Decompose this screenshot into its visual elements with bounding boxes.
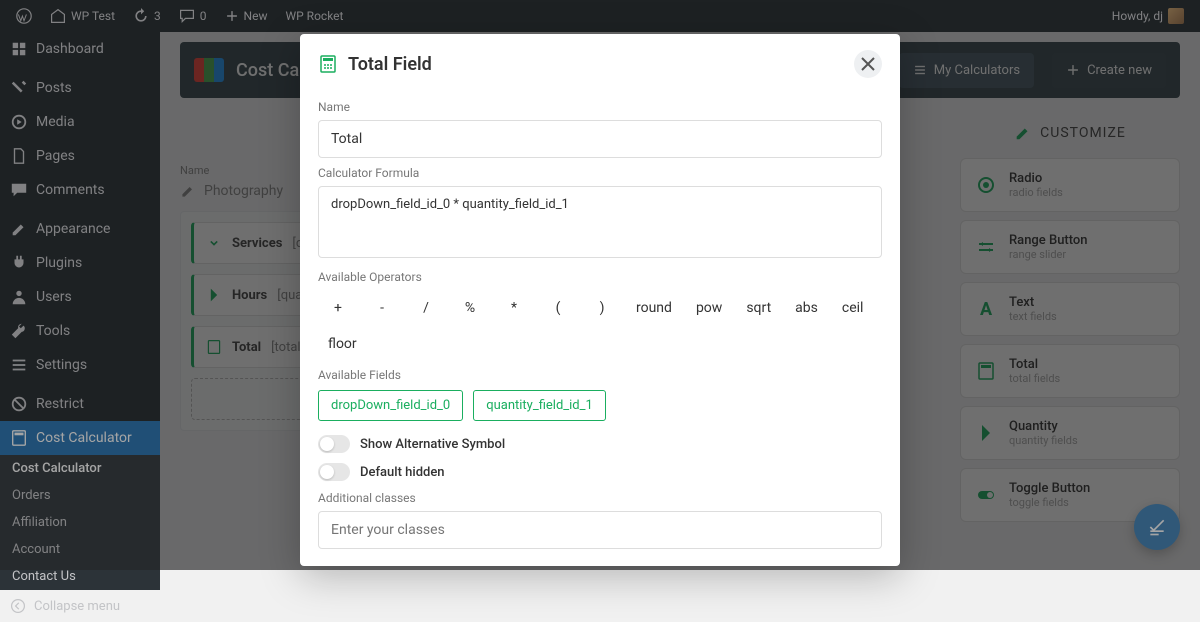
calculator-icon (318, 54, 338, 74)
toggle-alt-label: Show Alternative Symbol (360, 437, 505, 452)
toggle-hidden-label: Default hidden (360, 465, 445, 480)
field-chip-dropdown[interactable]: dropDown_field_id_0 (318, 390, 463, 421)
op-round[interactable]: round (626, 292, 682, 324)
modal-overlay[interactable]: Total Field Name Calculator Formula Avai… (0, 0, 1200, 570)
op-sqrt[interactable]: sqrt (736, 292, 781, 324)
field-chip-quantity[interactable]: quantity_field_id_1 (473, 390, 606, 421)
name-input[interactable] (318, 120, 882, 158)
classes-label: Additional classes (318, 491, 882, 505)
toggle-alt-symbol[interactable] (318, 435, 350, 453)
fields-label: Available Fields (318, 368, 882, 382)
total-field-modal: Total Field Name Calculator Formula Avai… (300, 34, 900, 566)
formula-input[interactable] (318, 186, 882, 258)
toggle-default-hidden[interactable] (318, 463, 350, 481)
op-ceil[interactable]: ceil (832, 292, 874, 324)
close-button[interactable] (854, 50, 882, 78)
fields-row: dropDown_field_id_0 quantity_field_id_1 (318, 390, 882, 421)
classes-input[interactable] (318, 511, 882, 549)
collapse-menu[interactable]: Collapse menu (0, 590, 160, 622)
modal-title: Total Field (348, 54, 432, 75)
op-multiply[interactable]: * (494, 292, 534, 324)
op-percent[interactable]: % (450, 292, 490, 324)
op-lparen[interactable]: ( (538, 292, 578, 324)
op-plus[interactable]: + (318, 292, 358, 324)
op-minus[interactable]: - (362, 292, 402, 324)
name-label: Name (318, 100, 882, 114)
op-abs[interactable]: abs (785, 292, 828, 324)
operators-label: Available Operators (318, 270, 882, 284)
op-floor[interactable]: floor (318, 328, 367, 360)
operators-row: + - / % * ( ) round pow sqrt abs ceil fl… (318, 292, 882, 360)
op-divide[interactable]: / (406, 292, 446, 324)
op-rparen[interactable]: ) (582, 292, 622, 324)
op-pow[interactable]: pow (686, 292, 732, 324)
formula-label: Calculator Formula (318, 166, 882, 180)
